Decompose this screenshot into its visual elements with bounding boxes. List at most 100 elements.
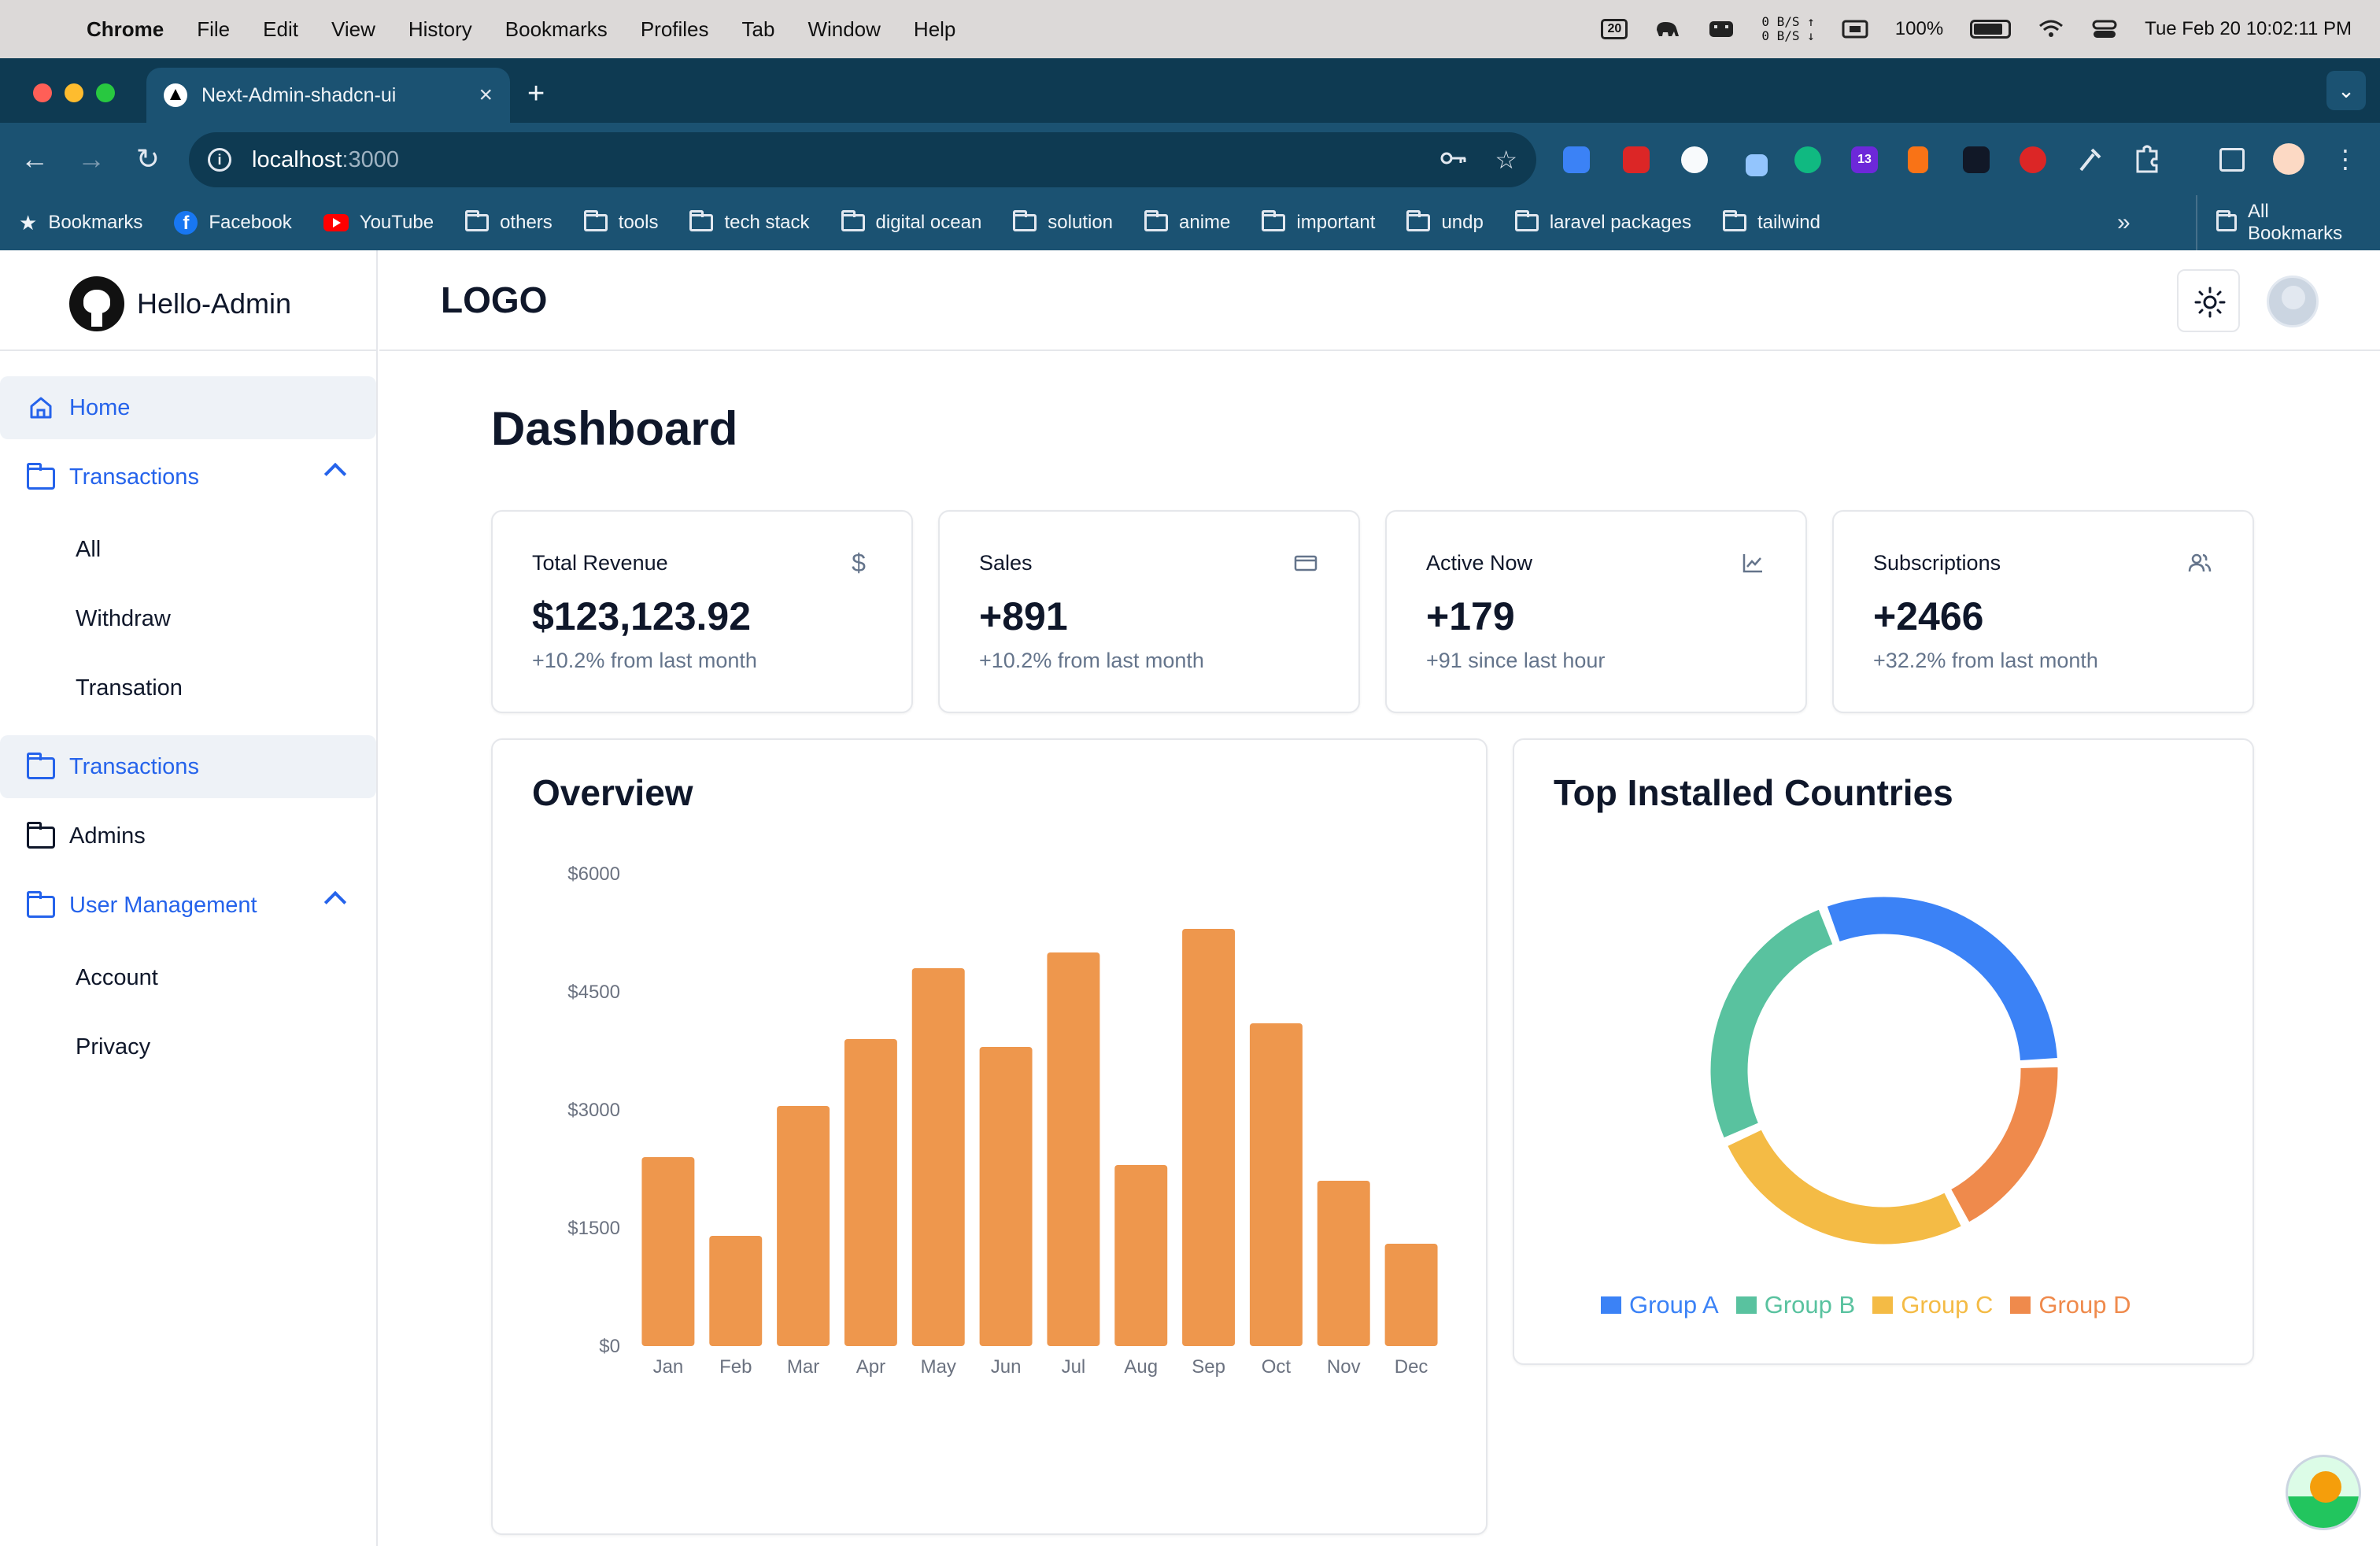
bar-apr[interactable] xyxy=(844,1039,897,1346)
gamepad-icon[interactable] xyxy=(1708,19,1735,39)
bookmark-folder-undp[interactable]: undp xyxy=(1406,210,1484,234)
menu-file[interactable]: File xyxy=(197,17,230,42)
extension-icon[interactable] xyxy=(1963,146,1990,173)
extension-icon[interactable] xyxy=(1563,146,1590,173)
bar-aug[interactable] xyxy=(1114,1165,1168,1346)
bookmark-folder-tools[interactable]: tools xyxy=(583,210,658,234)
menu-profiles[interactable]: Profiles xyxy=(641,17,709,42)
control-center-icon[interactable] xyxy=(2091,19,2118,39)
sidebar-item-transactions-2[interactable]: Transactions xyxy=(0,735,376,798)
extension-icon[interactable] xyxy=(1623,146,1650,173)
bar-nov[interactable] xyxy=(1317,1181,1370,1346)
calendar-icon[interactable]: 20 xyxy=(1601,19,1628,39)
close-window-button[interactable] xyxy=(33,83,52,102)
profile-avatar[interactable] xyxy=(2273,143,2304,175)
user-avatar[interactable] xyxy=(2267,276,2319,327)
bar-mar[interactable] xyxy=(777,1106,830,1346)
extension-icon[interactable] xyxy=(2020,146,2046,173)
legend-item-group-b[interactable]: Group B xyxy=(1735,1291,1855,1319)
site-info-icon[interactable]: i xyxy=(208,148,231,172)
theme-toggle-button[interactable] xyxy=(2177,269,2240,332)
bar-may[interactable] xyxy=(911,968,965,1346)
sidebar-subitem-privacy[interactable]: Privacy xyxy=(76,1034,150,1060)
bookmark-folder-digital-ocean[interactable]: digital ocean xyxy=(841,210,981,234)
bookmark-star-icon[interactable]: ☆ xyxy=(1495,145,1517,175)
bookmark-folder-tailwind[interactable]: tailwind xyxy=(1722,210,1820,234)
donut-slice-group-c[interactable] xyxy=(1724,1126,1964,1247)
bar-dec[interactable] xyxy=(1384,1244,1438,1346)
menu-window[interactable]: Window xyxy=(808,17,880,42)
eyedropper-icon[interactable] xyxy=(2076,143,2103,175)
all-bookmarks-folder[interactable]: All Bookmarks xyxy=(2196,195,2349,250)
sidebar-subitem-transation[interactable]: Transation xyxy=(76,675,183,701)
tab-search-button[interactable]: ⌄ xyxy=(2326,71,2366,110)
sidebar-item-user-management[interactable]: User Management xyxy=(0,874,376,937)
sidebar-subitem-account[interactable]: Account xyxy=(76,965,158,991)
side-panel-icon[interactable] xyxy=(2219,148,2245,172)
chevron-up-icon[interactable] xyxy=(323,890,347,914)
brand[interactable]: Hello-Admin xyxy=(69,272,291,335)
sidebar-item-transactions[interactable]: Transactions xyxy=(0,446,376,509)
extensions-puzzle-icon[interactable] xyxy=(2133,143,2161,175)
sidebar-item-home[interactable]: Home xyxy=(0,376,376,439)
bar-jan[interactable] xyxy=(641,1157,695,1346)
floating-island-avatar[interactable] xyxy=(2286,1455,2361,1530)
donut-slice-group-d[interactable] xyxy=(1948,1064,2060,1226)
sidebar-subitem-all[interactable]: All xyxy=(76,537,101,563)
extension-icon[interactable] xyxy=(1681,146,1708,173)
display-icon[interactable] xyxy=(1842,19,1868,39)
bookmark-label: others xyxy=(500,212,552,233)
menu-history[interactable]: History xyxy=(408,17,472,42)
extension-icon[interactable] xyxy=(1794,146,1821,173)
menu-bookmarks[interactable]: Bookmarks xyxy=(505,17,608,42)
menu-view[interactable]: View xyxy=(331,17,375,42)
elephant-icon[interactable] xyxy=(1654,19,1681,39)
browser-tab-active[interactable]: Next-Admin-shadcn-ui × xyxy=(146,68,510,123)
bookmark-folder-important[interactable]: important xyxy=(1262,210,1375,234)
extension-icon[interactable] xyxy=(1908,146,1928,173)
menu-edit[interactable]: Edit xyxy=(263,17,298,42)
password-key-icon[interactable] xyxy=(1439,145,1468,175)
reload-button[interactable]: ↻ xyxy=(129,140,167,178)
sidebar-item-admins[interactable]: Admins xyxy=(0,804,376,867)
extension-icon[interactable] xyxy=(1746,154,1768,176)
sidebar-subitem-withdraw[interactable]: Withdraw xyxy=(76,606,171,632)
bar-jun[interactable] xyxy=(979,1047,1033,1346)
bar-jul[interactable] xyxy=(1047,952,1100,1346)
menu-help[interactable]: Help xyxy=(914,17,955,42)
chevron-up-icon[interactable] xyxy=(323,462,347,486)
logo-text[interactable]: LOGO xyxy=(441,279,547,321)
bookmark-folder-anime[interactable]: anime xyxy=(1144,210,1230,234)
bookmark-folder-laravel-packages[interactable]: laravel packages xyxy=(1514,210,1691,234)
legend-item-group-d[interactable]: Group D xyxy=(2010,1291,2131,1319)
bookmark-folder-solution[interactable]: solution xyxy=(1013,210,1113,234)
address-bar[interactable]: i localhost:3000 ☆ xyxy=(189,132,1536,187)
bookmark-folder-tech-stack[interactable]: tech stack xyxy=(689,210,810,234)
menu-app-name[interactable]: Chrome xyxy=(87,17,164,42)
more-bookmarks-chevron-icon[interactable]: » xyxy=(2117,195,2131,250)
donut-slice-group-b[interactable] xyxy=(1708,906,1836,1141)
chrome-menu-icon[interactable]: ⋮ xyxy=(2326,140,2364,178)
wifi-icon[interactable] xyxy=(2038,19,2064,39)
close-tab-icon[interactable]: × xyxy=(479,82,493,109)
minimize-window-button[interactable] xyxy=(65,83,83,102)
menu-tab[interactable]: Tab xyxy=(742,17,775,42)
back-button[interactable]: ← xyxy=(16,140,54,178)
bar-sep[interactable] xyxy=(1182,929,1236,1346)
extension-badge-icon[interactable]: 13 xyxy=(1851,146,1878,173)
legend-item-group-a[interactable]: Group A xyxy=(1601,1291,1719,1319)
clock[interactable]: Tue Feb 20 10:02:11 PM xyxy=(2145,18,2352,40)
bar-feb[interactable] xyxy=(709,1236,763,1346)
bookmark-folder-others[interactable]: others xyxy=(465,210,552,234)
donut-slice-group-a[interactable] xyxy=(1824,894,2060,1063)
battery-icon[interactable] xyxy=(1970,20,2012,39)
bookmark-youtube[interactable]: YouTube xyxy=(323,212,434,234)
bookmark-bookmarks[interactable]: ★ Bookmarks xyxy=(19,211,142,235)
new-tab-button[interactable]: + xyxy=(527,79,545,109)
zoom-window-button[interactable] xyxy=(96,83,115,102)
bar-oct[interactable] xyxy=(1249,1023,1303,1346)
legend-item-group-c[interactable]: Group C xyxy=(1872,1291,1993,1319)
bookmark-facebook[interactable]: f Facebook xyxy=(174,211,292,235)
forward-button[interactable]: → xyxy=(72,140,110,178)
folder-icon xyxy=(27,463,57,490)
